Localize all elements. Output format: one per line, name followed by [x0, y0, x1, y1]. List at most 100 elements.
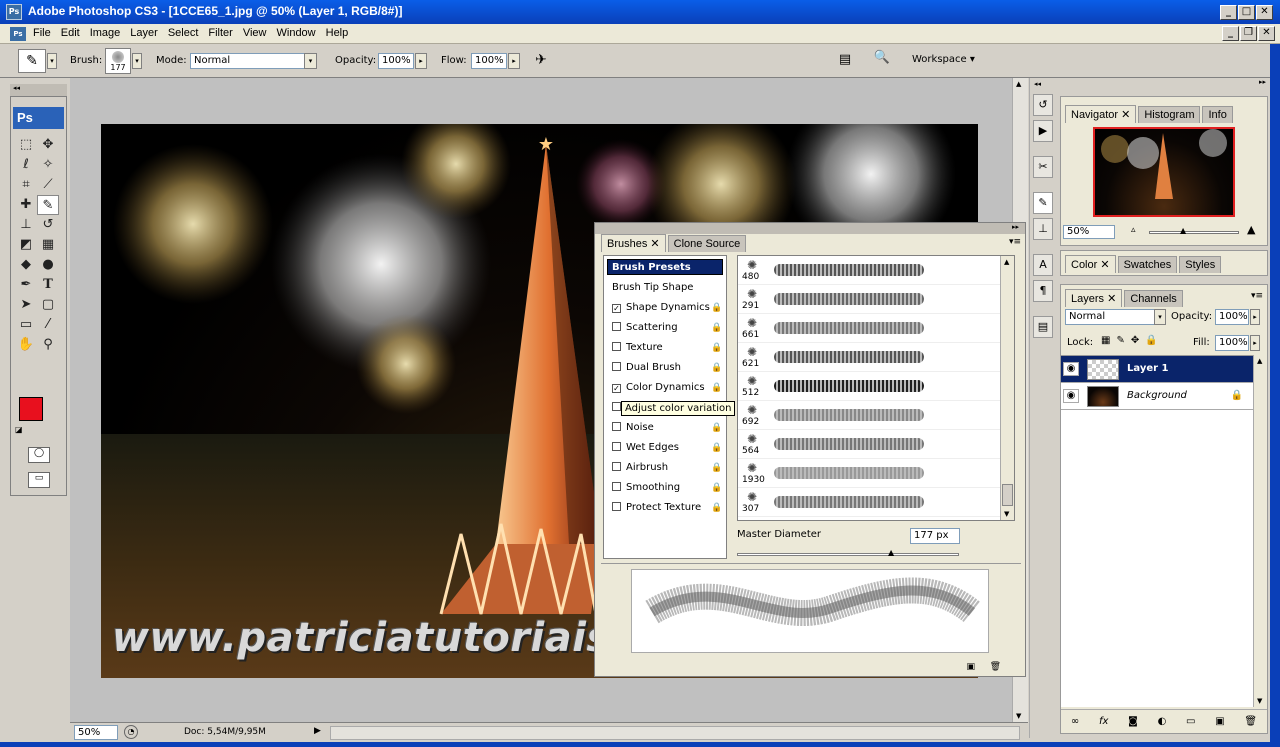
brush-tool-preset-icon[interactable]: ✎	[18, 49, 46, 73]
tab-brushes[interactable]: Brushes ✕	[601, 234, 666, 252]
fill-arrow-icon[interactable]: ▸	[1250, 335, 1260, 351]
menu-filter[interactable]: Filter	[203, 24, 237, 42]
layers-scroll-up-icon[interactable]: ▲	[1257, 357, 1262, 365]
option-checkbox[interactable]	[612, 502, 621, 511]
new-brush-icon[interactable]: ▣	[966, 662, 975, 672]
crop-tool-icon[interactable]: ⌗	[15, 175, 37, 195]
notes-tool-icon[interactable]: ▭	[15, 315, 37, 335]
hand-tool-icon[interactable]: ✋	[15, 335, 37, 355]
new-layer-icon[interactable]: ▣	[1215, 716, 1224, 727]
lock-icon[interactable]: 🔒	[711, 303, 722, 313]
zoom-out-icon[interactable]: ▵	[1131, 225, 1136, 235]
preset-scroll-thumb[interactable]	[1002, 484, 1013, 506]
option-checkbox[interactable]	[612, 402, 621, 411]
lock-icon[interactable]: 🔒	[711, 323, 722, 333]
lock-icon[interactable]: 🔒	[711, 383, 722, 393]
minimize-button[interactable]: _	[1220, 5, 1237, 20]
master-diameter-slider[interactable]: ▲	[737, 548, 959, 557]
brush-option-texture[interactable]: Texture 🔒	[604, 338, 726, 358]
status-menu-arrow-icon[interactable]: ▶	[314, 726, 321, 736]
blend-mode-select[interactable]: Normal	[1065, 309, 1155, 325]
master-diameter-field[interactable]: 177 px	[910, 528, 960, 544]
brush-preset-row[interactable]: ✺ 692	[738, 401, 1014, 430]
menu-edit[interactable]: Edit	[56, 24, 85, 42]
preset-scroll-up-icon[interactable]: ▲	[1004, 258, 1009, 266]
actions-icon[interactable]: ▶	[1033, 120, 1053, 142]
layer-row[interactable]: ◉ Layer 1	[1061, 356, 1253, 383]
brush-preset-row[interactable]: ✺ 480	[738, 256, 1014, 285]
tab-styles[interactable]: Styles	[1179, 256, 1222, 273]
lock-icon[interactable]: 🔒	[711, 483, 722, 493]
lock-icon[interactable]: 🔒	[711, 443, 722, 453]
lock-icon[interactable]: 🔒	[711, 343, 722, 353]
tab-color[interactable]: Color ✕	[1065, 255, 1116, 273]
dodge-tool-icon[interactable]: ●	[37, 255, 59, 275]
visibility-eye-icon[interactable]: ◉	[1063, 362, 1079, 376]
brush-tip-shape-item[interactable]: Brush Tip Shape	[604, 278, 726, 298]
tab-navigator[interactable]: Navigator ✕	[1065, 105, 1137, 123]
lock-options-icons[interactable]: ▦✎✥🔒	[1101, 335, 1164, 346]
default-colors-icon[interactable]: ◪	[15, 425, 23, 434]
magic-wand-tool-icon[interactable]: ✧	[37, 155, 59, 175]
scroll-up-icon[interactable]: ▲	[1016, 80, 1021, 88]
layer-mask-icon[interactable]: ◙	[1128, 716, 1138, 727]
tab-clone-source[interactable]: Clone Source	[667, 235, 747, 252]
lock-icon[interactable]: 🔒	[711, 503, 722, 513]
history-brush-tool-icon[interactable]: ↺	[37, 215, 59, 235]
lock-icon[interactable]: 🔒	[711, 363, 722, 373]
visibility-eye-icon[interactable]: ◉	[1063, 389, 1079, 403]
healing-brush-tool-icon[interactable]: ✚	[15, 195, 37, 215]
option-checkbox[interactable]	[612, 482, 621, 491]
adjustment-layer-icon[interactable]: ◐	[1158, 716, 1167, 727]
mode-select[interactable]: Normal	[190, 53, 305, 69]
clone-stamp-tool-icon[interactable]: ⊥	[15, 215, 37, 235]
menu-image[interactable]: Image	[85, 24, 126, 42]
brush-option-color-dynamics[interactable]: ✓ Color Dynamics 🔒	[604, 378, 726, 398]
foreground-color-swatch[interactable]	[19, 397, 43, 421]
option-checkbox[interactable]	[612, 362, 621, 371]
palette-well-icon[interactable]: ▤	[836, 52, 854, 70]
bridge-icon[interactable]: 🔍	[870, 50, 894, 72]
brush-option-wet-edges[interactable]: Wet Edges 🔒	[604, 438, 726, 458]
brush-preset-row[interactable]: ✺ 291	[738, 285, 1014, 314]
menu-file[interactable]: File	[28, 24, 56, 42]
scroll-down-icon[interactable]: ▼	[1016, 712, 1021, 720]
layers-scrollbar[interactable]: ▲ ▼	[1253, 355, 1267, 707]
lasso-tool-icon[interactable]: ℓ	[15, 155, 37, 175]
move-tool-icon[interactable]: ✥	[37, 135, 59, 155]
menu-layer[interactable]: Layer	[125, 24, 163, 42]
navigator-slider-thumb-icon[interactable]: ▲	[1180, 226, 1186, 235]
zoom-tool-icon[interactable]: ⚲	[37, 335, 59, 355]
brush-option-protect-texture[interactable]: Protect Texture 🔒	[604, 498, 726, 518]
layers-scroll-down-icon[interactable]: ▼	[1257, 697, 1262, 705]
option-checkbox[interactable]	[612, 322, 621, 331]
brush-preset-row[interactable]: ✺ 564	[738, 430, 1014, 459]
menu-help[interactable]: Help	[321, 24, 354, 42]
blur-tool-icon[interactable]: ◆	[15, 255, 37, 275]
brushes-panel-menu-icon[interactable]: ▾≡	[1009, 237, 1021, 247]
menu-view[interactable]: View	[238, 24, 272, 42]
slice-tool-icon[interactable]: ⟋	[37, 175, 59, 195]
brush-preset-row[interactable]: ✺ 661	[738, 314, 1014, 343]
fill-field[interactable]: 100%	[1215, 335, 1249, 351]
navigator-thumbnail[interactable]	[1093, 127, 1235, 217]
option-checkbox[interactable]	[612, 422, 621, 431]
doc-restore-button[interactable]: ❐	[1240, 26, 1257, 41]
horizontal-scrollbar[interactable]	[330, 726, 1020, 740]
lock-icon[interactable]: 🔒	[711, 463, 722, 473]
brush-tool-icon[interactable]: ✎	[37, 195, 59, 215]
quick-mask-icon[interactable]: ◯	[28, 447, 50, 463]
brush-option-dual-brush[interactable]: Dual Brush 🔒	[604, 358, 726, 378]
workspace-menu[interactable]: Workspace ▾	[912, 54, 975, 65]
preset-scroll-down-icon[interactable]: ▼	[1004, 510, 1009, 518]
new-group-icon[interactable]: ▭	[1186, 716, 1195, 727]
delete-brush-icon[interactable]: 🗑	[990, 662, 1001, 672]
doc-minimize-button[interactable]: _	[1222, 26, 1239, 41]
status-info-icon[interactable]: ◔	[124, 725, 138, 739]
history-icon[interactable]: ↺	[1033, 94, 1053, 116]
tab-channels[interactable]: Channels	[1124, 290, 1183, 307]
eyedropper-tool-icon[interactable]: ⁄	[37, 315, 59, 335]
preset-scrollbar[interactable]: ▲ ▼	[1000, 256, 1014, 520]
opacity-field[interactable]: 100%	[378, 53, 414, 69]
brush-option-airbrush[interactable]: Airbrush 🔒	[604, 458, 726, 478]
